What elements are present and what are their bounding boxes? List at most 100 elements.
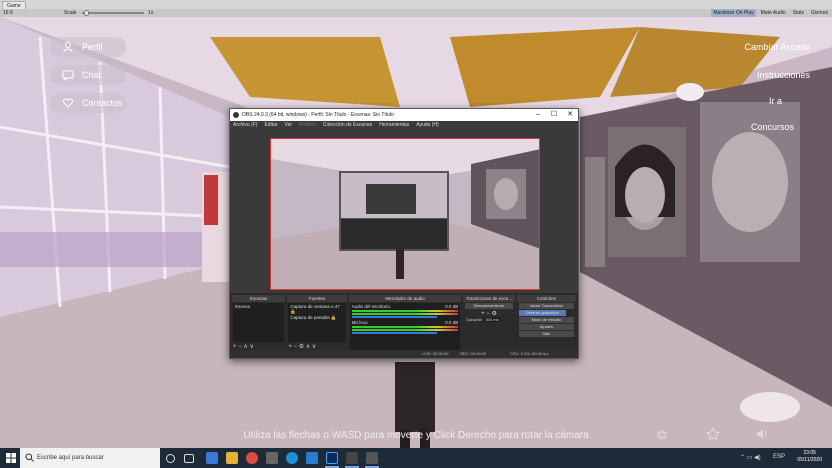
editor-game-toolbar: Game 16:9 Scale 1x Maximize On Play Mute… xyxy=(0,0,832,17)
transition-add-remove[interactable]: + − ⚙ xyxy=(463,310,514,317)
go-to-link[interactable]: Ir a xyxy=(769,96,782,106)
mixer-body: Audio del escritorio 0.0 dB Mic/Aux 0.0 … xyxy=(349,303,461,350)
stop-recording-button[interactable]: Detener grabación xyxy=(518,310,566,316)
desktop-audio-db: 0.0 dB xyxy=(445,304,459,309)
instructions-link[interactable]: Instrucciones xyxy=(757,70,810,80)
mixer-header: Mezclador de audio xyxy=(348,295,462,302)
chat-button[interactable]: Chat xyxy=(50,65,126,85)
close-icon[interactable]: ✕ xyxy=(562,109,578,121)
mic-aux-meter-right xyxy=(351,329,459,331)
profile-label: Perfil xyxy=(82,42,103,52)
desktop-audio-volume-slider[interactable] xyxy=(351,316,437,318)
taskbar-search[interactable]: Escribe aquí para buscar xyxy=(20,448,160,468)
studio-mode-button[interactable]: Modo de estudio xyxy=(518,317,574,323)
scenes-list: Escena xyxy=(233,303,285,342)
game-tab[interactable]: Game xyxy=(2,1,26,9)
gizmos-button[interactable]: Gizmos xyxy=(809,9,830,17)
unity-icon[interactable] xyxy=(346,452,358,464)
obs-status-bar: LIVE: 00:00:00 REC: 00:00:00 CPU: 3.4%, … xyxy=(230,350,578,358)
menu-profiles[interactable]: Perfiles xyxy=(299,121,316,130)
display-ratio[interactable]: 16:9 xyxy=(3,9,13,17)
obs-window[interactable]: OBS 24.0.3 (64 bit, windows) - Perfil: S… xyxy=(229,108,579,359)
sources-header: Fuentes xyxy=(287,295,347,302)
task-view-icon[interactable] xyxy=(184,454,194,463)
window-controls: – ☐ ✕ xyxy=(530,109,578,121)
maximize-icon[interactable]: ☐ xyxy=(546,109,562,121)
change-access-link[interactable]: Cambiar Acceso xyxy=(744,42,810,52)
cpu-fps: CPU: 3.4%, 60.00 fps xyxy=(510,351,549,356)
scale-label: Scale xyxy=(64,10,77,16)
obs-title-bar[interactable]: OBS 24.0.3 (64 bit, windows) - Perfil: S… xyxy=(230,109,578,121)
exit-button[interactable]: Salir xyxy=(518,331,574,337)
editor-right-buttons: Maximize On Play Mute Audio Stats Gizmos xyxy=(711,9,830,17)
minimize-icon[interactable]: – xyxy=(530,109,546,121)
source-item-window-capture[interactable]: Captura de ventana e.47 🔒 xyxy=(290,304,343,315)
menu-help[interactable]: Ayuda (H) xyxy=(416,121,438,130)
live-time: LIVE: 00:00:00 xyxy=(422,351,449,356)
obs-logo-icon xyxy=(233,112,239,118)
obs-preview[interactable] xyxy=(230,130,578,293)
controls-header: Controles xyxy=(516,295,576,302)
desktop-audio-label: Audio del escritorio xyxy=(351,304,390,309)
editor-controls-row: 16:9 Scale 1x Maximize On Play Mute Audi… xyxy=(0,9,832,17)
stats-button[interactable]: Stats xyxy=(791,9,806,17)
contacts-label: Contactos xyxy=(82,98,123,108)
mic-aux-volume-slider[interactable] xyxy=(351,332,437,334)
transitions-header: Transiciones de esce... xyxy=(463,295,515,302)
chrome-icon[interactable] xyxy=(246,452,258,464)
menu-scene-collection[interactable]: Colección de Escenas xyxy=(323,121,372,130)
scale-slider-track[interactable] xyxy=(82,12,144,14)
menu-tools[interactable]: Herramientas xyxy=(379,121,409,130)
sources-list: Captura de ventana e.47 🔒 Captura de pan… xyxy=(288,303,346,342)
obs-taskbar-icon[interactable] xyxy=(366,452,378,464)
scene-item[interactable]: Escena xyxy=(235,304,282,309)
settings-button[interactable]: Ajustes xyxy=(518,324,574,330)
mic-aux-label: Mic/Aux xyxy=(351,320,368,325)
preview-canvas[interactable] xyxy=(270,138,540,290)
taskbar-clock[interactable]: 23:05 05/11/2020 xyxy=(797,450,822,464)
star-icon[interactable] xyxy=(706,427,720,441)
tray-icons[interactable]: ⌃ ▭ ◀) xyxy=(740,454,761,461)
scenes-dock: Escenas Escena + − ∧ ∨ xyxy=(232,295,286,351)
menu-view[interactable]: Ver xyxy=(285,121,293,130)
mic-aux-meter xyxy=(351,326,459,328)
obs-menu-bar: Archivo (F) Editar Ver Perfiles Colecció… xyxy=(230,121,578,130)
profile-button[interactable]: Perfil xyxy=(50,37,126,57)
game-viewport[interactable]: Perfil Chat Contactos Cambiar Acceso Ins… xyxy=(0,17,832,448)
source-item-display-capture[interactable]: Captura de pantalla 🔒 xyxy=(290,315,343,321)
transitions-dock: Transiciones de esce... Desvanecimiento … xyxy=(463,295,515,351)
sources-dock: Fuentes Captura de ventana e.47 🔒 Captur… xyxy=(287,295,347,351)
rec-time: REC: 00:00:00 xyxy=(460,351,487,356)
windows-start-icon[interactable] xyxy=(6,453,16,463)
scenes-header: Escenas xyxy=(232,295,286,302)
contacts-button[interactable]: Contactos xyxy=(50,93,126,113)
menu-file[interactable]: Archivo (F) xyxy=(233,121,257,130)
speaker-icon[interactable] xyxy=(755,427,769,441)
clock-time: 23:05 xyxy=(803,450,816,456)
windows-taskbar: Escribe aquí para buscar ⌃ ▭ ◀) ESP 23:0… xyxy=(0,448,832,468)
start-streaming-button[interactable]: Iniciar Transmisión xyxy=(518,303,574,309)
search-placeholder: Escribe aquí para buscar xyxy=(37,455,104,461)
clock-date: 05/11/2020 xyxy=(797,457,822,463)
transition-type-select[interactable]: Desvanecimiento xyxy=(465,303,513,309)
word-icon[interactable] xyxy=(306,452,318,464)
bug-icon[interactable] xyxy=(655,427,669,441)
scale-slider-handle[interactable] xyxy=(84,10,89,16)
search-icon xyxy=(25,453,34,462)
obs-docks: Escenas Escena + − ∧ ∨ Fuentes Captura d… xyxy=(230,295,578,351)
edge-icon[interactable] xyxy=(286,452,298,464)
language-indicator[interactable]: ESP xyxy=(773,454,785,460)
mail-icon[interactable] xyxy=(206,452,218,464)
menu-edit[interactable]: Editar xyxy=(264,121,277,130)
app-icon[interactable] xyxy=(266,452,278,464)
obs-title-text: OBS 24.0.3 (64 bit, windows) - Perfil: S… xyxy=(242,112,394,118)
contests-link[interactable]: Concursos xyxy=(751,122,794,132)
cortana-icon[interactable] xyxy=(166,454,175,463)
file-explorer-icon[interactable] xyxy=(226,452,238,464)
preview-scene xyxy=(271,139,539,289)
mute-audio-button[interactable]: Mute Audio xyxy=(759,9,788,17)
chat-icon xyxy=(62,70,74,81)
duration-field[interactable]: 300 ms xyxy=(483,317,501,322)
maximize-on-play-button[interactable]: Maximize On Play xyxy=(711,9,756,17)
photoshop-icon[interactable] xyxy=(326,452,338,464)
